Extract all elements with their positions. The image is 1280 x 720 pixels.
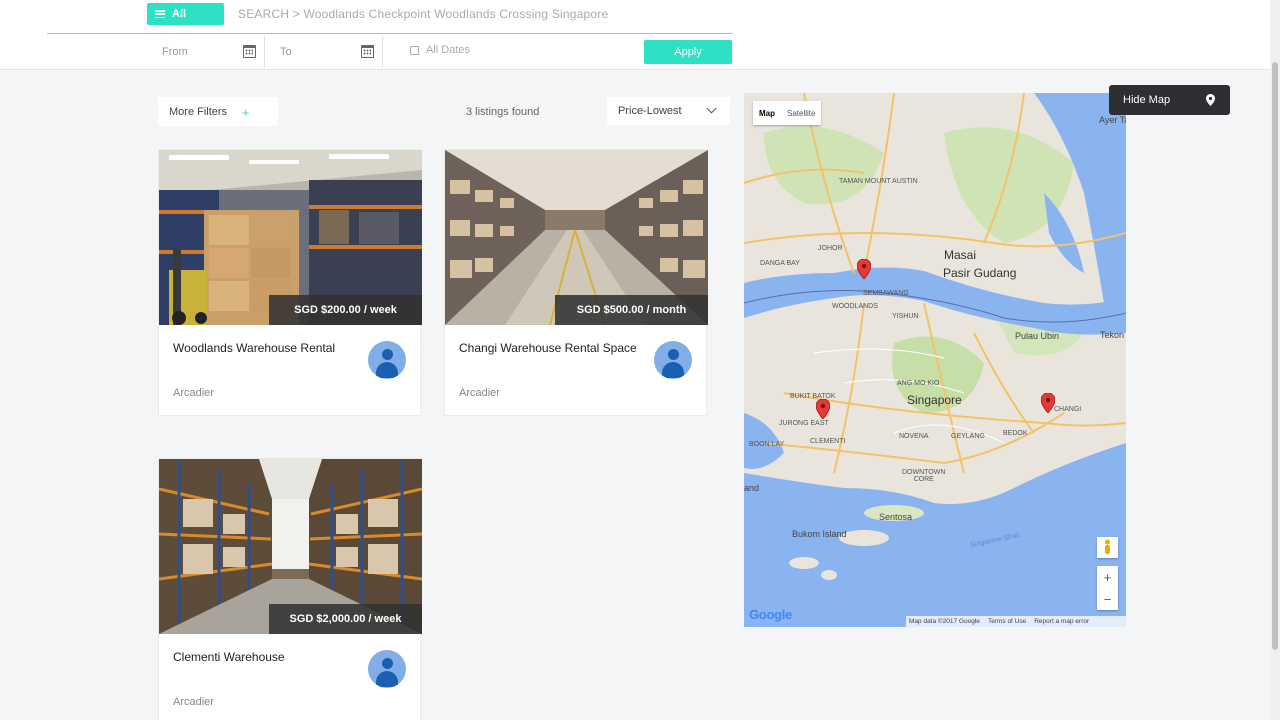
google-logo: Google [749, 607, 792, 622]
more-filters-label: More Filters [169, 105, 228, 118]
listing-title[interactable]: Clementi Warehouse [173, 650, 353, 664]
all-dates-label: All Dates [426, 44, 471, 56]
calendar-icon[interactable] [361, 45, 374, 58]
map-label: Pasir Gudang [943, 266, 1017, 280]
map-label: Masai [944, 248, 977, 262]
map-label: and [744, 483, 760, 493]
zoom-control[interactable]: + − [1097, 566, 1118, 610]
map-label: CHANGI [1054, 406, 1082, 413]
sort-dropdown[interactable]: Price-Lowest [607, 97, 730, 125]
listing-card[interactable]: SGD $200.00 / week Woodlands Warehouse R… [158, 149, 422, 416]
listing-photo[interactable]: SGD $200.00 / week [159, 150, 422, 325]
map-label: Sentosa [879, 512, 913, 522]
map-type-map[interactable]: Map [753, 101, 781, 125]
price-tag: SGD $2,000.00 / week [269, 604, 422, 634]
to-date-placeholder: To [280, 46, 292, 58]
report-map-error-link[interactable]: Report a map error [1034, 618, 1089, 625]
seller-name: Arcadier [173, 696, 214, 708]
plus-icon: + [242, 105, 250, 120]
map-label: DOWNTOWN CORE [902, 469, 946, 483]
all-dates-checkbox[interactable]: All Dates [410, 44, 470, 56]
calendar-icon[interactable] [243, 45, 256, 58]
map-label: Bukom Island [792, 529, 847, 539]
chevron-down-icon [706, 103, 717, 114]
map-label: YISHUN [892, 313, 919, 320]
map-pin-icon[interactable] [857, 259, 871, 279]
map-label: ANG MO KIO [897, 380, 940, 387]
map-label: Ayer Ta [1099, 115, 1126, 125]
map-label: Tekon [1100, 330, 1125, 340]
map-type-control[interactable]: Map Satellite [753, 101, 822, 125]
from-date-field[interactable]: From [147, 36, 265, 68]
map-label: TAMAN MOUNT AUSTIN [839, 178, 918, 185]
map-label: Singapore [907, 393, 962, 407]
map-label: GEYLANG [951, 433, 985, 440]
map-label: JOHOR [818, 245, 843, 252]
checkbox-icon[interactable] [410, 45, 419, 55]
map-label: WOODLANDS [832, 303, 878, 310]
map-marker-icon [1206, 94, 1215, 106]
avatar[interactable] [368, 341, 406, 379]
sort-value: Price-Lowest [618, 105, 682, 117]
from-date-placeholder: From [162, 46, 188, 58]
to-date-field[interactable]: To [265, 36, 383, 68]
avatar[interactable] [368, 650, 406, 688]
map-label: Pulau Ubin [1015, 331, 1060, 341]
hide-map-label: Hide Map [1123, 94, 1171, 106]
category-all-button[interactable]: All [147, 3, 224, 25]
listing-card[interactable]: SGD $500.00 / month Changi Warehouse Ren… [444, 149, 708, 416]
seller-name: Arcadier [173, 387, 214, 399]
listing-photo[interactable]: SGD $500.00 / month [445, 150, 708, 325]
map-label: BEDOK [1003, 430, 1028, 437]
page-scrollbar[interactable] [1270, 0, 1280, 720]
map-label: SEMBAWANG [863, 290, 909, 297]
listing-photo[interactable]: SGD $2,000.00 / week [159, 459, 422, 634]
header-divider [47, 33, 733, 34]
listing-title[interactable]: Woodlands Warehouse Rental [173, 341, 353, 355]
listing-card[interactable]: SGD $2,000.00 / week Clementi Warehouse … [158, 458, 422, 720]
scrollbar-thumb[interactable] [1272, 62, 1278, 650]
map-view[interactable]: Map Satellite TAMAN MOUNT AUSTIN JOHOR D… [744, 93, 1126, 627]
price-tag: SGD $200.00 / week [269, 295, 422, 325]
map-data-credit: Map data ©2017 Google [909, 618, 980, 625]
menu-icon [155, 10, 165, 18]
map-label: DANGA BAY [760, 260, 800, 267]
apply-button[interactable]: Apply [644, 40, 732, 64]
map-label: NOVENA [899, 433, 929, 440]
zoom-in-button[interactable]: + [1104, 570, 1112, 585]
zoom-out-button[interactable]: − [1104, 592, 1112, 607]
map-pin-icon[interactable] [816, 399, 830, 419]
map-label: JURONG EAST [779, 420, 829, 427]
map-type-satellite[interactable]: Satellite [781, 101, 821, 125]
terms-of-use-link[interactable]: Terms of Use [988, 618, 1026, 625]
map-label: BOON LAY [749, 441, 785, 448]
price-tag: SGD $500.00 / month [555, 295, 708, 325]
avatar[interactable] [654, 341, 692, 379]
category-all-label: All [172, 8, 187, 20]
hide-map-button[interactable]: Hide Map [1109, 85, 1230, 115]
breadcrumb: SEARCH > Woodlands Checkpoint Woodlands … [238, 7, 609, 21]
listing-title[interactable]: Changi Warehouse Rental Space [459, 341, 639, 355]
street-view-pegman-icon[interactable] [1097, 537, 1118, 558]
map-pin-icon[interactable] [1041, 393, 1055, 413]
listings-count: 3 listings found [466, 106, 540, 118]
map-label: CLEMENTI [810, 438, 846, 445]
seller-name: Arcadier [459, 387, 500, 399]
search-header: All SEARCH > Woodlands Checkpoint Woodla… [0, 0, 1270, 70]
more-filters-button[interactable]: More Filters + [158, 97, 278, 126]
map-attribution: Map data ©2017 Google Terms of Use Repor… [906, 616, 1126, 627]
